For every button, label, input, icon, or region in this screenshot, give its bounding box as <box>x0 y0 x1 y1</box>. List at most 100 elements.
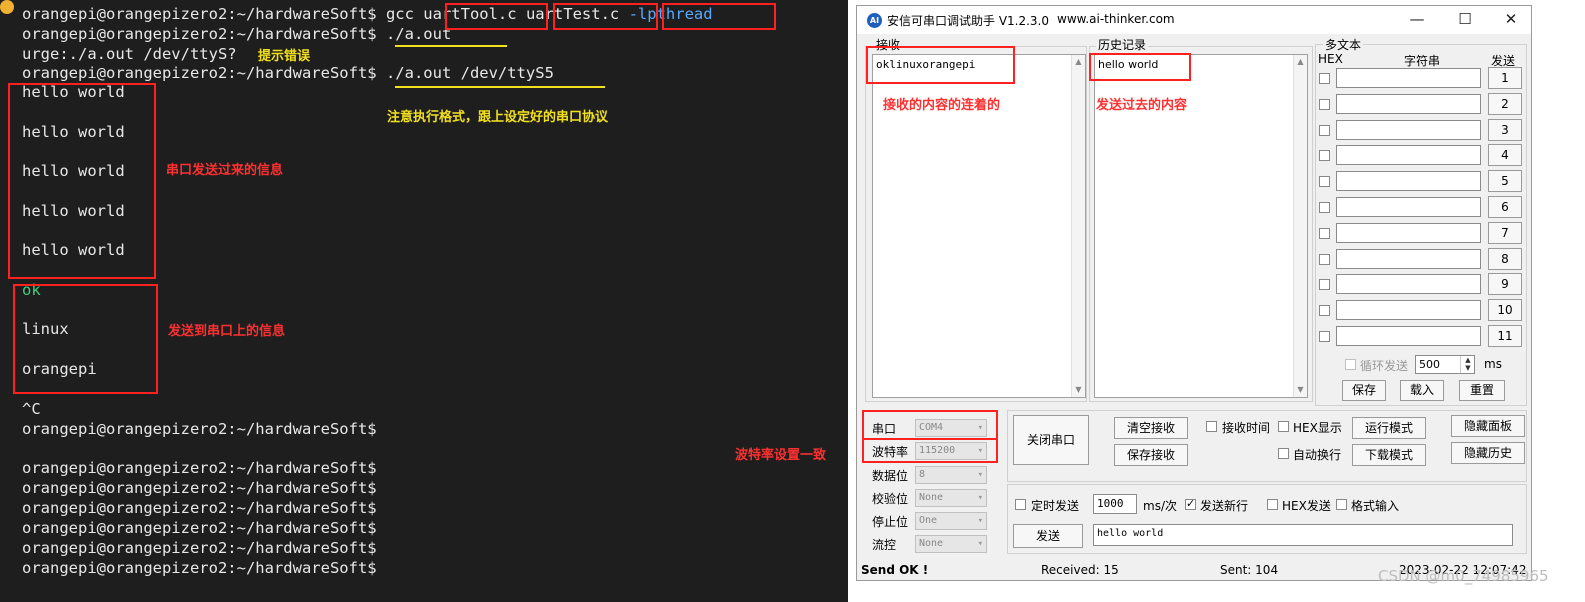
multitext-string-input[interactable] <box>1336 145 1481 166</box>
scroll-up-icon[interactable]: ▲ <box>1072 55 1085 69</box>
prompt-line: orangepi@orangepizero2:~/hardwareSoft$ <box>22 559 377 577</box>
save-receive-button[interactable]: 保存接收 <box>1114 444 1188 466</box>
timed-interval-input[interactable]: 1000 <box>1093 494 1137 514</box>
annotation-format-note: 注意执行格式，跟上设定好的串口协议 <box>387 110 609 125</box>
multitext-string-input[interactable] <box>1336 68 1481 88</box>
send-text-input[interactable]: hello world <box>1093 524 1513 546</box>
prompt-line: orangepi@orangepizero2:~/hardwareSoft$ <box>22 459 377 477</box>
multitext-hex-checkbox[interactable] <box>1319 124 1330 136</box>
multitext-hex-checkbox[interactable] <box>1319 176 1330 188</box>
format-input-checkbox[interactable] <box>1336 499 1347 510</box>
multitext-string-input[interactable] <box>1336 300 1481 321</box>
timed-send-checkbox[interactable] <box>1015 499 1026 510</box>
parity-select[interactable]: None ▾ <box>915 489 987 507</box>
highlight-port <box>862 410 998 440</box>
interval-spinner[interactable]: ▲ ▼ <box>1460 356 1475 373</box>
multitext-string-input[interactable] <box>1336 274 1481 295</box>
multitext-send-button[interactable]: 7 <box>1488 221 1522 244</box>
annotation-error-hint: 提示错误 <box>258 49 311 64</box>
multitext-send-button[interactable]: 2 <box>1488 92 1522 115</box>
multitext-string-input[interactable] <box>1336 222 1481 243</box>
multitext-string-input[interactable] <box>1336 197 1481 217</box>
multitext-hex-checkbox[interactable] <box>1319 331 1330 342</box>
multitext-string-input[interactable] <box>1336 93 1481 114</box>
multitext-send-button[interactable]: 4 <box>1488 144 1522 167</box>
reset-multitext-button[interactable]: 重置 <box>1459 380 1505 401</box>
string-column-header: 字符串 <box>1404 54 1441 68</box>
run-mode-button[interactable]: 运行模式 <box>1352 417 1426 439</box>
receive-time-label: 接收时间 <box>1222 421 1271 435</box>
history-scrollbar[interactable]: ▲ ▼ <box>1293 55 1307 397</box>
multitext-send-button[interactable]: 1 <box>1488 67 1522 89</box>
multitext-string-input[interactable] <box>1336 119 1481 140</box>
send-button[interactable]: 发送 <box>1013 524 1083 548</box>
close-port-button[interactable]: 关闭串口 <box>1013 415 1089 465</box>
databits-select[interactable]: 8 ▾ <box>915 466 987 484</box>
loop-send-label: 循环发送 <box>1360 359 1409 373</box>
auto-newline-checkbox[interactable] <box>1278 448 1289 459</box>
receive-time-checkbox[interactable] <box>1206 421 1217 432</box>
hex-send-checkbox[interactable] <box>1267 499 1278 510</box>
window-url: www.ai-thinker.com <box>1057 12 1175 26</box>
multitext-hex-checkbox[interactable] <box>1319 253 1330 265</box>
multitext-hex-checkbox[interactable] <box>1319 98 1330 110</box>
multitext-send-button[interactable]: 3 <box>1488 118 1522 141</box>
multitext-send-button[interactable]: 11 <box>1488 325 1522 347</box>
multitext-send-button[interactable]: 6 <box>1488 196 1522 218</box>
prompt-line: orangepi@orangepizero2:~/hardwareSoft$ <box>22 479 377 497</box>
multitext-string-input[interactable] <box>1336 326 1481 346</box>
hide-history-button[interactable]: 隐藏历史 <box>1451 442 1525 464</box>
send-newline-checkbox[interactable] <box>1185 497 1196 510</box>
receive-scrollbar[interactable]: ▲ ▼ <box>1071 55 1085 397</box>
highlight-lpthread <box>662 3 776 30</box>
loop-send-checkbox[interactable] <box>1345 359 1356 370</box>
underline-aout <box>395 45 507 47</box>
multitext-send-button[interactable]: 9 <box>1488 273 1522 296</box>
close-icon[interactable]: ✕ <box>1491 8 1531 30</box>
databits-label: 数据位 <box>872 469 909 483</box>
multitext-hex-checkbox[interactable] <box>1319 202 1330 213</box>
multitext-hex-checkbox[interactable] <box>1319 227 1330 239</box>
timed-send-label: 定时发送 <box>1031 499 1080 513</box>
multitext-hex-checkbox[interactable] <box>1319 150 1330 162</box>
prompt-line: orangepi@orangepizero2:~/hardwareSoft$ <box>22 519 377 537</box>
maximize-icon[interactable]: ☐ <box>1445 8 1485 30</box>
multitext-string-input[interactable] <box>1336 248 1481 269</box>
multitext-string-input[interactable] <box>1336 171 1481 192</box>
parity-label: 校验位 <box>872 492 909 506</box>
multitext-send-button[interactable]: 5 <box>1488 170 1522 193</box>
annotation-sent-note: 发送到串口上的信息 <box>168 324 286 339</box>
terminal-line-aout: orangepi@orangepizero2:~/hardwareSoft$ .… <box>22 25 452 43</box>
scroll-up-icon[interactable]: ▲ <box>1294 55 1307 69</box>
underline-aout-ttys5 <box>395 86 605 88</box>
prompt-line: orangepi@orangepizero2:~/hardwareSoft$ <box>22 539 377 557</box>
received-count: Received: 15 <box>1041 563 1119 577</box>
load-multitext-button[interactable]: 载入 <box>1400 380 1444 401</box>
scroll-down-icon[interactable]: ▼ <box>1294 383 1307 397</box>
hex-send-label: HEX发送 <box>1282 499 1331 513</box>
send-ok-status: Send OK ! <box>861 563 929 577</box>
save-multitext-button[interactable]: 保存 <box>1342 380 1386 401</box>
history-label: 历史记录 <box>1096 36 1149 53</box>
multitext-hex-checkbox[interactable] <box>1319 305 1330 317</box>
minimize-icon[interactable]: — <box>1397 8 1437 30</box>
flow-select[interactable]: None ▾ <box>915 535 987 553</box>
hex-display-checkbox[interactable] <box>1278 421 1289 432</box>
annotation-receive-note: 接收的内容的连着的 <box>883 98 1001 113</box>
multitext-hex-checkbox[interactable] <box>1319 73 1330 84</box>
multitext-send-button[interactable]: 8 <box>1488 247 1522 270</box>
terminal-window[interactable]: orangepi@orangepizero2:~/hardwareSoft$ g… <box>0 0 848 602</box>
hide-panel-button[interactable]: 隐藏面板 <box>1451 415 1525 437</box>
multitext-hex-checkbox[interactable] <box>1319 279 1330 291</box>
serial-tool-window[interactable]: AI 安信可串口调试助手 V1.2.3.0 www.ai-thinker.com… <box>856 5 1532 581</box>
terminal-line-aout-ttys5: orangepi@orangepizero2:~/hardwareSoft$ .… <box>22 64 554 82</box>
timed-unit-label: ms/次 <box>1143 499 1177 513</box>
clear-receive-button[interactable]: 清空接收 <box>1114 417 1188 439</box>
download-mode-button[interactable]: 下载模式 <box>1352 444 1426 466</box>
window-title: 安信可串口调试助手 V1.2.3.0 <box>887 14 1050 28</box>
title-bar[interactable]: AI 安信可串口调试助手 V1.2.3.0 www.ai-thinker.com… <box>857 6 1531 34</box>
multitext-send-button[interactable]: 10 <box>1488 299 1522 322</box>
scroll-down-icon[interactable]: ▼ <box>1072 383 1085 397</box>
annotation-baud-note: 波特率设置一致 <box>735 448 827 463</box>
stopbits-select[interactable]: One ▾ <box>915 512 987 530</box>
